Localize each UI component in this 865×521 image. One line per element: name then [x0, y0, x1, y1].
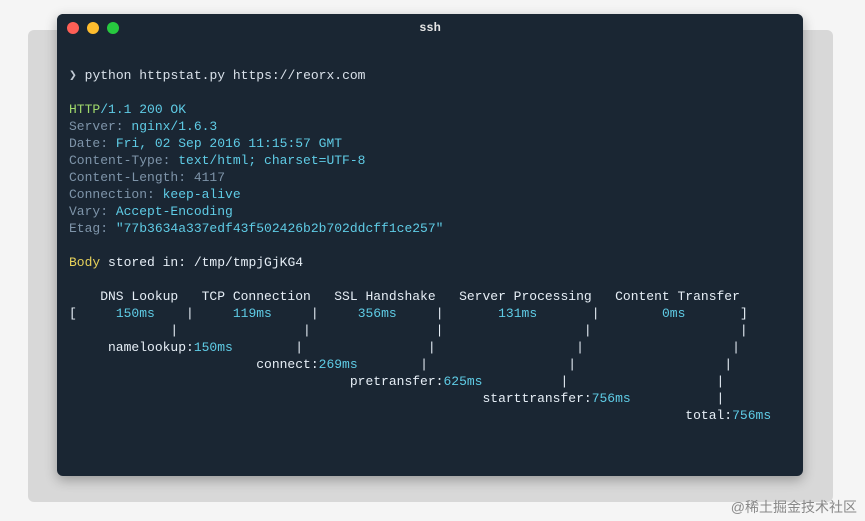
- starttransfer-value: 756ms: [592, 391, 631, 406]
- traffic-lights: [67, 22, 119, 34]
- date-value: Fri, 02 Sep 2016 11:15:57 GMT: [116, 136, 342, 151]
- bars: | | | |: [233, 340, 740, 355]
- command-text: python httpstat.py https://reorx.com: [85, 68, 366, 83]
- namelookup-label: namelookup:: [69, 340, 194, 355]
- minimize-button[interactable]: [87, 22, 99, 34]
- namelookup-value: 150ms: [194, 340, 233, 355]
- connect-label: connect:: [69, 357, 319, 372]
- total-value: 756ms: [732, 408, 771, 423]
- terminal-window: ssh ❯ python httpstat.py https://reorx.c…: [57, 14, 803, 476]
- close-button[interactable]: [67, 22, 79, 34]
- ctype-label: Content-Type:: [69, 153, 178, 168]
- dns-value: 150ms: [116, 306, 155, 321]
- http-proto: HTTP: [69, 102, 100, 117]
- terminal-content[interactable]: ❯ python httpstat.py https://reorx.com H…: [57, 42, 803, 436]
- connect-value: 269ms: [319, 357, 358, 372]
- body-label: Body: [69, 255, 100, 270]
- body-path: stored in: /tmp/tmpjGjKG4: [100, 255, 303, 270]
- titlebar[interactable]: ssh: [57, 14, 803, 42]
- bars: |: [631, 391, 725, 406]
- etag-label: Etag:: [69, 221, 116, 236]
- http-status: /1.1 200 OK: [100, 102, 186, 117]
- row-open: [: [69, 306, 116, 321]
- timing-header: DNS Lookup TCP Connection SSL Handshake …: [69, 289, 740, 304]
- bars: | | |: [358, 357, 732, 372]
- bars: | | | | |: [69, 323, 748, 338]
- total-label: total:: [69, 408, 732, 423]
- sep: |: [537, 306, 662, 321]
- window-title: ssh: [419, 21, 441, 35]
- ssl-value: 356ms: [358, 306, 397, 321]
- watermark: @稀土掘金技术社区: [731, 497, 857, 517]
- pretransfer-value: 625ms: [443, 374, 482, 389]
- ctype-value: text/html; charset=UTF-8: [178, 153, 365, 168]
- transfer-value: 0ms: [662, 306, 685, 321]
- bars: | |: [482, 374, 724, 389]
- starttransfer-label: starttransfer:: [69, 391, 592, 406]
- sep: |: [155, 306, 233, 321]
- conn-label: Connection:: [69, 187, 163, 202]
- server-value: nginx/1.6.3: [131, 119, 217, 134]
- sep: |: [272, 306, 358, 321]
- server-label: Server:: [69, 119, 131, 134]
- pretransfer-label: pretransfer:: [69, 374, 443, 389]
- etag-value: "77b3634a337edf43f502426b2b702ddcff1ce25…: [116, 221, 444, 236]
- zoom-button[interactable]: [107, 22, 119, 34]
- vary-value: Accept-Encoding: [116, 204, 233, 219]
- sep: |: [397, 306, 498, 321]
- conn-value: keep-alive: [163, 187, 241, 202]
- date-label: Date:: [69, 136, 116, 151]
- tcp-value: 119ms: [233, 306, 272, 321]
- clen: Content-Length: 4117: [69, 170, 225, 185]
- server-value: 131ms: [498, 306, 537, 321]
- prompt-symbol: ❯: [69, 68, 77, 83]
- row-close: ]: [685, 306, 747, 321]
- vary-label: Vary:: [69, 204, 116, 219]
